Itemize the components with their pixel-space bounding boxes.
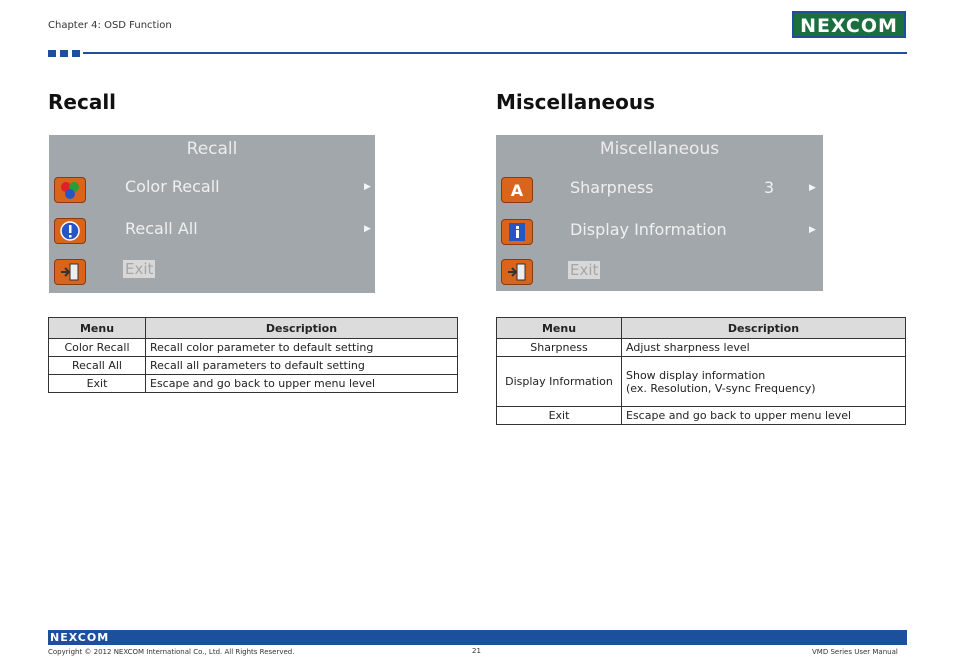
osd-title: Recall [186,139,238,159]
description-cell: Escape and go back to upper menu level [145,374,458,393]
menu-cell: Exit [48,374,146,393]
page-number: 21 [472,647,481,655]
osd-title: Miscellaneous [599,139,720,159]
warning-icon [54,218,86,244]
recall-table: Menu Description Color Recall Recall col… [48,317,458,393]
header-rule [83,52,907,54]
osd-exit-label: Exit [123,260,156,278]
table-row: Exit Escape and go back to upper menu le… [48,374,458,393]
footer-logo: NEXCOM [50,631,110,644]
osd-item-value: 3 [764,178,775,197]
description-line: (ex. Resolution, V-sync Frequency) [626,381,816,395]
menu-cell: Exit [496,406,622,425]
osd-screenshot-recall: Recall Color Recall ▶ Recall All ▶ Exit [49,135,375,293]
table-header: Menu [48,317,146,339]
table-header: Menu [496,317,622,339]
menu-cell: Color Recall [48,338,146,357]
osd-item-label: Color Recall [125,177,220,196]
osd-item-label: Sharpness [570,178,654,197]
table-row: Exit Escape and go back to upper menu le… [496,406,906,425]
menu-cell: Display Information [496,356,622,407]
menu-cell: Sharpness [496,338,622,357]
table-header: Description [621,317,906,339]
miscellaneous-table: Menu Description Sharpness Adjust sharpn… [496,317,906,425]
chevron-right-icon: ▶ [364,224,371,234]
table-header: Description [145,317,458,339]
copyright-text: Copyright © 2012 NEXCOM International Co… [48,648,295,656]
exit-door-icon [501,259,533,285]
section-title-miscellaneous: Miscellaneous [496,90,655,114]
description-cell: Recall all parameters to default setting [145,356,458,375]
header-square [72,50,80,57]
menu-cell: Recall All [48,356,146,375]
footer-bar [48,630,907,645]
info-icon [501,219,533,245]
osd-screenshot-miscellaneous: Miscellaneous A Sharpness 3 ▶ Display In… [496,135,823,291]
description-cell: Show display information (ex. Resolution… [621,356,906,407]
letter-a-icon: A [501,177,533,203]
description-cell: Escape and go back to upper menu level [621,406,906,425]
color-balls-icon [54,177,86,203]
chevron-right-icon: ▶ [364,182,371,192]
table-row: Recall All Recall all parameters to defa… [48,356,458,375]
header-square [60,50,68,57]
description-cell: Recall color parameter to default settin… [145,338,458,357]
osd-item-label: Display Information [570,220,727,239]
nexcom-logo: NEXCOM [792,11,906,38]
table-row: Sharpness Adjust sharpness level [496,338,906,357]
table-row: Color Recall Recall color parameter to d… [48,338,458,357]
chevron-right-icon: ▶ [809,183,816,193]
chevron-right-icon: ▶ [809,225,816,235]
chapter-title: Chapter 4: OSD Function [48,20,172,31]
header-square [48,50,56,57]
description-cell: Adjust sharpness level [621,338,906,357]
exit-door-icon [54,259,86,285]
table-row: Display Information Show display informa… [496,356,906,407]
osd-item-label: Recall All [125,219,198,238]
section-title-recall: Recall [48,90,117,114]
osd-exit-label: Exit [568,261,601,279]
description-line: Show display information [626,368,766,382]
manual-title: VMD Series User Manual [812,648,898,656]
